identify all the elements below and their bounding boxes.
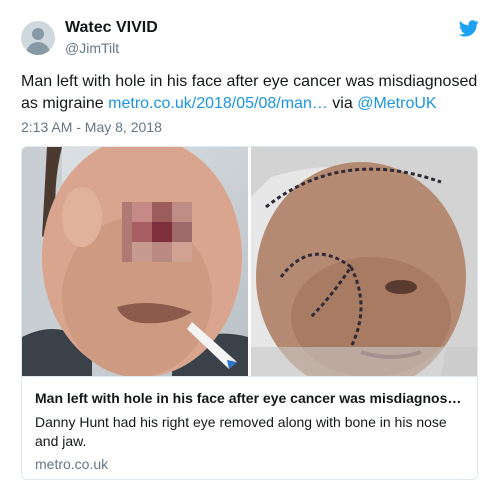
card-text-area[interactable]: Man left with hole in his face after eye… (22, 376, 477, 479)
user-display-name[interactable]: Watec VIVID (65, 19, 158, 37)
card-photo-right (251, 147, 477, 376)
tweet-via: via (332, 95, 353, 112)
tweet-text: Man left with hole in his face after eye… (21, 71, 491, 115)
embedded-tweet: Watec VIVID @JimTilt Man left with hole … (0, 0, 503, 488)
card-description: Danny Hunt had his right eye removed alo… (35, 414, 447, 449)
tweet-link[interactable]: metro.co.uk/2018/05/08/man… (108, 95, 328, 112)
card-image[interactable] (22, 147, 477, 376)
tweet-timestamp[interactable]: 2:13 AM - May 8, 2018 (21, 119, 162, 135)
twitter-bird-icon[interactable] (459, 20, 479, 37)
tweet-mention[interactable]: @MetroUK (357, 95, 436, 112)
card-domain: metro.co.uk (35, 456, 109, 472)
card-title[interactable]: Man left with hole in his face after eye… (35, 390, 465, 406)
user-handle[interactable]: @JimTilt (65, 40, 119, 56)
avatar[interactable] (21, 21, 55, 55)
card-photo-left (22, 147, 248, 376)
default-avatar-icon (32, 28, 44, 40)
link-card[interactable]: Man left with hole in his face after eye… (21, 146, 478, 480)
